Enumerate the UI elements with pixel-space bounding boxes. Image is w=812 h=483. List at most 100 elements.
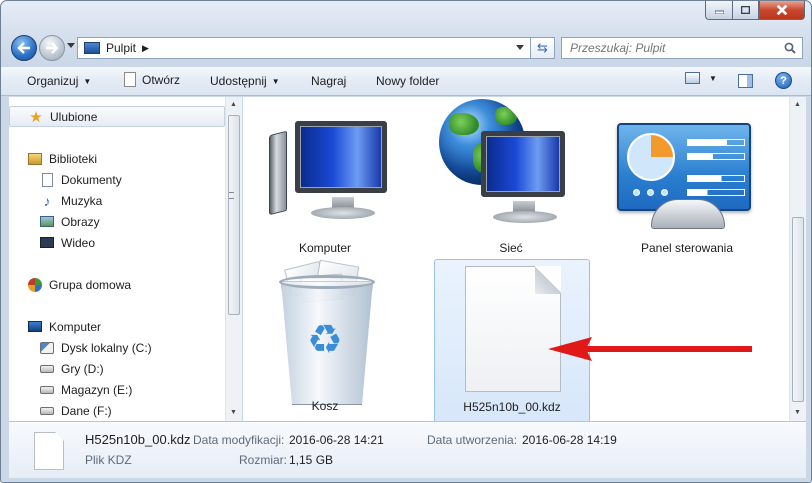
share-label: Udostępnij [210, 74, 267, 88]
details-modified-label: Data modyfikacji: [193, 433, 285, 447]
minimize-button[interactable] [705, 1, 732, 20]
search-icon [784, 42, 796, 54]
drive-icon [40, 385, 54, 394]
back-button[interactable] [11, 35, 37, 61]
nav-drive-c-label: Dysk lokalny (C:) [61, 340, 152, 355]
scroll-down-icon[interactable]: ▼ [230, 409, 237, 416]
content-scroll-thumb[interactable] [792, 217, 804, 402]
nav-video[interactable]: Wideo [9, 232, 95, 253]
address-dropdown-icon[interactable] [516, 45, 524, 50]
system-drive-icon [40, 341, 54, 354]
item-control-panel[interactable]: Panel sterowania [609, 101, 765, 267]
address-bar[interactable]: Pulpit ▶ [77, 37, 531, 59]
search-input[interactable] [570, 41, 780, 55]
new-folder-button[interactable]: Nowy folder [376, 74, 439, 88]
close-button[interactable] [759, 1, 805, 20]
nav-homegroup[interactable]: Grupa domowa [9, 274, 131, 295]
nav-drive-d[interactable]: Gry (D:) [9, 358, 104, 379]
details-modified-value: 2016-06-28 14:21 [289, 433, 384, 447]
new-folder-label: Nowy folder [376, 74, 440, 88]
nav-drive-c[interactable]: Dysk lokalny (C:) [9, 337, 152, 358]
chevron-down-icon: ▼ [709, 73, 717, 83]
navigation-pane: ★ Ulubione Biblioteki Dokumenty ♪ Muzyka… [9, 97, 225, 421]
details-size-label: Rozmiar: [239, 453, 288, 467]
caption-buttons [705, 1, 805, 21]
share-button[interactable]: Udostępnij ▼ [210, 74, 280, 88]
details-size-value: 1,15 GB [289, 453, 334, 467]
library-icon [28, 152, 42, 165]
nav-computer-label: Komputer [49, 319, 102, 334]
scroll-grip-icon [229, 192, 234, 199]
maximize-icon [741, 6, 750, 14]
drive-icon [40, 364, 54, 373]
help-button[interactable]: ? [775, 72, 792, 89]
open-label: Otwórz [142, 72, 181, 87]
control-panel-stand-icon [651, 199, 725, 229]
chevron-down-icon: ▼ [271, 76, 280, 86]
item-computer-label: Komputer [298, 241, 352, 255]
details-file-type: Plik KDZ [85, 453, 132, 467]
control-panel-icon [617, 123, 751, 211]
search-box[interactable] [561, 37, 803, 59]
burn-button[interactable]: Nagraj [311, 74, 346, 88]
nav-libraries[interactable]: Biblioteki [9, 148, 97, 169]
maximize-button[interactable] [732, 1, 759, 20]
arrow-left-icon [17, 42, 30, 54]
nav-computer[interactable]: Komputer [9, 316, 101, 337]
desktop-icon [84, 42, 100, 54]
content-scrollbar[interactable]: ▲ ▼ [789, 97, 806, 421]
documents-icon [41, 172, 53, 187]
explorer-window: Pulpit ▶ ⇆ Organizuj ▼ Otwórz Udostępnij… [0, 0, 812, 483]
nav-favorites-label: Ulubione [50, 109, 98, 124]
nav-documents-label: Dokumenty [61, 172, 122, 187]
recent-pages-chevron-icon[interactable] [67, 43, 75, 48]
organize-button[interactable]: Organizuj ▼ [27, 74, 91, 88]
nav-drive-e-label: Magazyn (E:) [61, 382, 133, 397]
nav-music-label: Muzyka [61, 193, 103, 208]
arrow-right-icon [46, 42, 59, 54]
scroll-up-icon[interactable]: ▲ [794, 101, 801, 108]
recycle-bin-icon: ♻ [277, 259, 377, 405]
command-bar: Organizuj ▼ Otwórz Udostępnij ▼ Nagraj N… [1, 66, 811, 96]
nav-video-label: Wideo [61, 235, 96, 250]
nav-homegroup-label: Grupa domowa [49, 277, 132, 292]
navigation-scroll-thumb[interactable] [228, 115, 240, 315]
address-row: Pulpit ▶ ⇆ [1, 29, 811, 65]
item-recycle-bin[interactable]: ♻ Kosz [247, 259, 403, 425]
breadcrumb-desktop[interactable]: Pulpit [106, 41, 136, 55]
breadcrumb-separator[interactable]: ▶ [142, 43, 149, 54]
view-options-button[interactable]: ▼ [685, 72, 717, 84]
item-network[interactable]: Sieć [433, 99, 589, 267]
details-created-label: Data utworzenia: [427, 433, 518, 447]
red-arrow-annotation-icon [548, 337, 752, 361]
refresh-button[interactable]: ⇆ [531, 37, 555, 59]
details-pane: H525n10b_00.kdz Plik KDZ Data modyfikacj… [9, 421, 806, 478]
open-button[interactable]: Otwórz [124, 72, 180, 87]
item-network-label: Sieć [499, 241, 523, 255]
item-recycle-bin-label: Kosz [311, 399, 339, 413]
file-view: Komputer Sieć Panel sterowania ♻ Kosz H5… [243, 97, 789, 425]
nav-favorites[interactable]: ★ Ulubione [9, 106, 225, 127]
organize-label: Organizuj [27, 74, 79, 88]
item-computer[interactable]: Komputer [247, 101, 403, 267]
navigation-scrollbar[interactable]: ▲ ▼ [225, 97, 242, 421]
document-icon [124, 72, 136, 87]
scroll-down-icon[interactable]: ▼ [794, 409, 801, 416]
nav-music[interactable]: ♪ Muzyka [9, 190, 103, 211]
nav-pictures[interactable]: Obrazy [9, 211, 100, 232]
preview-pane-button[interactable] [738, 74, 753, 88]
homegroup-icon [28, 277, 42, 292]
nav-documents[interactable]: Dokumenty [9, 169, 122, 190]
file-icon [34, 432, 64, 470]
view-icon [685, 72, 700, 84]
music-note-icon: ♪ [43, 192, 51, 209]
chevron-down-icon: ▼ [83, 76, 92, 86]
forward-button[interactable] [39, 35, 65, 61]
nav-drive-f[interactable]: Dane (F:) [9, 400, 112, 421]
minimize-icon [714, 10, 724, 14]
scroll-up-icon[interactable]: ▲ [230, 101, 237, 108]
file-icon [465, 266, 565, 398]
computer-icon [28, 321, 42, 332]
nav-drive-e[interactable]: Magazyn (E:) [9, 379, 132, 400]
details-file-name: H525n10b_00.kdz [85, 432, 191, 447]
